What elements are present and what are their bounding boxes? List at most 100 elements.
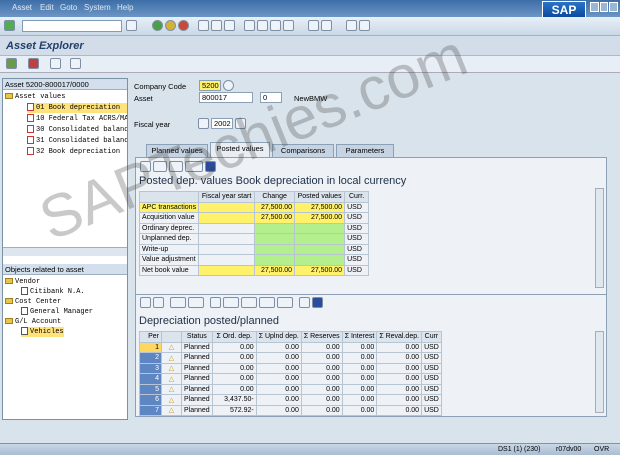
col-change: Change [254,191,296,203]
tree-node-31[interactable]: 31 Consolidated balance [27,136,127,146]
related-gl-account[interactable]: G/L Account [5,317,61,327]
next-year-icon[interactable] [235,118,246,129]
close-icon[interactable] [609,2,619,12]
sort-icon[interactable] [140,297,151,308]
related-vendor-citibank[interactable]: Citibank N.A. [21,287,85,297]
table-row[interactable]: 7 △ Planned 572.92- 0.00 0.00 0.00 0.00 USD [139,404,442,416]
page-title: Asset Explorer [6,40,84,52]
shortcut-icon[interactable] [321,20,332,31]
col-ord-dep: Σ Ord. dep. [211,331,257,343]
menu-system[interactable]: System [84,3,111,12]
vertical-scrollbar[interactable] [595,188,604,288]
filter-icon[interactable] [153,297,164,308]
document-icon [27,114,34,123]
horizontal-scrollbar[interactable] [3,247,127,256]
filter-button[interactable] [169,161,183,172]
tree-node-asset-values[interactable]: Asset values [5,92,65,102]
command-field[interactable] [22,20,122,32]
fiscal-year-field[interactable]: 2002 [211,118,233,129]
prev-page-icon[interactable] [257,20,268,31]
table-row[interactable]: Acquisition value 27,500.00 27,500.00 USD [138,212,370,224]
sort-button[interactable] [153,161,167,172]
table-row[interactable]: Write-up USD [138,243,370,255]
save-icon[interactable] [126,20,137,31]
layout-icon[interactable] [359,20,370,31]
create-session-icon[interactable] [308,20,319,31]
menu-goto[interactable]: Goto [60,3,77,12]
panel2-title: Depreciation posted/planned [139,315,280,327]
overview-icon[interactable] [70,58,81,69]
status-system: DS1 (1) (230) [498,446,541,453]
info-icon[interactable] [312,297,323,308]
abc-icon[interactable] [299,297,310,308]
find-next-icon[interactable] [224,20,235,31]
company-code-field[interactable]: 5200 [199,80,221,91]
table-row[interactable]: Unplanned dep. USD [138,233,370,245]
table-row[interactable]: 5 △ Planned 0.00 0.00 0.00 0.00 0.00 USD [139,383,442,395]
print-icon[interactable] [198,20,209,31]
table-row[interactable]: 6 △ Planned 3,437.50- 0.00 0.00 0.00 0.00 USD [139,394,442,406]
sum-icon[interactable] [170,297,186,308]
table-row[interactable]: 4 △ Planned 0.00 0.00 0.00 0.00 0.00 USD [139,373,442,385]
tree-node-10[interactable]: 10 Federal Tax ACRS/MACRS [27,114,127,124]
maximize-icon[interactable] [599,2,609,12]
layout-list-icon[interactable] [259,297,275,308]
table-row[interactable]: Net book value 27,500.00 27,500.00 USD [138,264,370,276]
export-button[interactable] [185,161,203,172]
details-icon[interactable] [223,80,234,91]
asset-number-field[interactable]: 800017 [199,92,253,103]
first-page-icon[interactable] [244,20,255,31]
tab-comparisons[interactable]: Comparisons [272,144,334,157]
tree-toggle-icon[interactable] [6,58,17,69]
status-server: r07dv00 [556,446,582,453]
depreciation-table: Per Status Σ Ord. dep. Σ Uplnd dep. Σ Re… [139,331,442,416]
status-mode: OVR [594,446,610,453]
cancel-icon[interactable] [178,20,189,31]
related-cost-center-gm[interactable]: General Manager [21,307,93,317]
table-row[interactable]: 1 △ Planned 0.00 0.00 0.00 0.00 0.00 USD [139,341,442,353]
asset-subnumber-field[interactable]: 0 [260,92,282,103]
find-icon[interactable] [211,20,222,31]
table-row[interactable]: 3 △ Planned 0.00 0.00 0.00 0.00 0.00 USD [139,362,442,374]
view-icon[interactable] [223,297,239,308]
export-list-icon[interactable] [241,297,257,308]
table-row[interactable]: Ordinary deprec. USD [138,222,370,234]
tab-planned-values[interactable]: Planned values [146,144,208,157]
col-blank [138,191,200,203]
info-icon[interactable] [205,161,216,172]
vertical-scrollbar[interactable] [595,331,604,413]
depreciation-panel: Depreciation posted/planned Per Status Σ… [135,294,607,417]
back-icon[interactable] [152,20,163,31]
related-gl-vehicles[interactable]: Vehicles [21,327,64,337]
tree-node-30[interactable]: 30 Consolidated balance [27,125,127,135]
col-reserves: Σ Reserves [300,331,343,343]
enter-icon[interactable] [4,20,15,31]
col-fiscal-year-start: Fiscal year start [198,191,256,203]
print-list-icon[interactable] [210,297,221,308]
table-row[interactable]: APC transactions 27,500.00 27,500.00 USD [138,201,370,213]
menu-asset[interactable]: Asset [12,3,32,12]
graphic-icon[interactable] [277,297,293,308]
exit-icon[interactable] [165,20,176,31]
display-icon[interactable] [28,58,39,69]
table-row[interactable]: Value adjustment USD [138,254,370,266]
subtotal-icon[interactable] [188,297,204,308]
help-icon[interactable] [346,20,357,31]
table-header: Per Status Σ Ord. dep. Σ Uplnd dep. Σ Re… [139,331,442,343]
tree-node-32[interactable]: 32 Book depreciation [27,147,127,157]
table-row[interactable]: 2 △ Planned 0.00 0.00 0.00 0.00 0.00 USD [139,352,442,364]
main-area: Company Code 5200 Asset 800017 0 NewBMW … [130,78,610,420]
menu-help[interactable]: Help [117,3,133,12]
details-button[interactable] [140,161,151,172]
tab-parameters[interactable]: Parameters [336,144,394,157]
related-vendor[interactable]: Vendor [5,277,40,287]
minimize-icon[interactable] [590,2,599,12]
tree-node-01[interactable]: 01 Book depreciation [27,103,127,113]
related-cost-center[interactable]: Cost Center [5,297,61,307]
next-page-icon[interactable] [270,20,281,31]
menu-edit[interactable]: Edit [40,3,54,12]
tab-posted-values[interactable]: Posted values [210,142,270,157]
print-preview-icon[interactable] [50,58,61,69]
prev-year-icon[interactable] [198,118,209,129]
last-page-icon[interactable] [283,20,294,31]
